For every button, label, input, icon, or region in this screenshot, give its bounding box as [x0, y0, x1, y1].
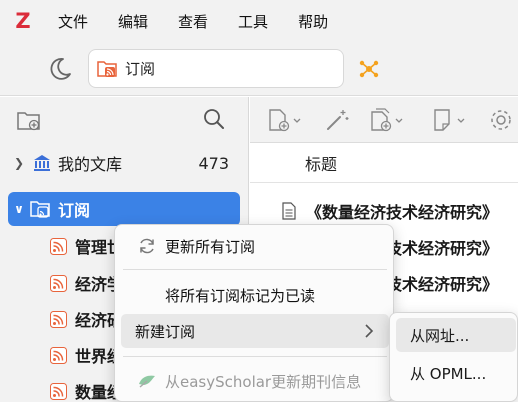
library-count: 473 [198, 153, 229, 173]
feed-item[interactable]: 经济研 [50, 303, 123, 335]
menu-separator [123, 356, 387, 357]
column-title-label: 标题 [305, 154, 338, 174]
gear-icon[interactable] [488, 107, 514, 133]
menu-item-refresh-all-feeds[interactable]: 更新所有订阅 [121, 229, 389, 263]
moon-icon[interactable] [47, 56, 73, 82]
menu-item-from-url[interactable]: 从网址... [396, 318, 516, 352]
menu-item-label: 更新所有订阅 [165, 237, 256, 256]
rss-icon [50, 274, 67, 292]
library-label: 我的文库 [58, 155, 123, 174]
zotero-logo: Z [15, 9, 31, 33]
magic-wand-icon[interactable] [324, 107, 350, 133]
new-item-icon[interactable] [266, 107, 306, 133]
menu-help[interactable]: 帮助 [298, 11, 328, 32]
add-attachment-icon[interactable] [368, 107, 408, 133]
menu-item-label: 从 OPML... [410, 364, 487, 383]
menu-item-label: 新建订阅 [135, 322, 196, 341]
column-header-title[interactable]: 标题 [250, 143, 518, 183]
feeds-label: 订阅 [58, 201, 91, 220]
collection-my-library[interactable]: ❯ 我的文库 473 [0, 146, 249, 180]
refresh-icon [140, 238, 154, 254]
menu-separator [123, 269, 387, 270]
chevron-down-icon[interactable]: ∨ [10, 202, 28, 216]
feeds-context-menu: 更新所有订阅 将所有订阅标记为已读 新建订阅 从easyScholar更新期刊信… [114, 224, 394, 402]
menu-file[interactable]: 文件 [58, 11, 88, 32]
feed-item[interactable]: 数量经 [50, 375, 123, 402]
menu-tools[interactable]: 工具 [238, 11, 268, 32]
collection-feeds[interactable]: ∨ 订阅 [8, 192, 240, 226]
items-toolbar [250, 97, 518, 143]
new-note-icon[interactable] [430, 107, 470, 133]
rss-icon [50, 310, 67, 328]
easyscholar-icon [139, 375, 155, 388]
feed-item[interactable]: 经济学 [50, 267, 123, 299]
feed-folder-icon [97, 60, 117, 77]
menu-item-new-feed[interactable]: 新建订阅 [121, 314, 389, 348]
search-icon[interactable] [202, 107, 226, 131]
menu-item-label: 从网址... [410, 326, 470, 345]
plugin-sparkle-icon[interactable] [357, 57, 381, 81]
menu-item-label: 从easyScholar更新期刊信息 [165, 372, 362, 391]
chevron-right-icon[interactable]: ❯ [10, 156, 28, 170]
new-feed-submenu: 从网址... 从 OPML... [389, 312, 518, 402]
tab-label: 订阅 [125, 60, 156, 78]
new-collection-icon[interactable] [16, 110, 42, 132]
menu-item-update-easyscholar[interactable]: 从easyScholar更新期刊信息 [121, 364, 389, 398]
feed-item[interactable]: 管理世 [50, 230, 123, 262]
menu-item-label: 将所有订阅标记为已读 [165, 286, 316, 305]
feed-folder-icon [30, 201, 50, 218]
menu-item-mark-all-read[interactable]: 将所有订阅标记为已读 [121, 278, 389, 312]
menu-bar: Z 文件 编辑 查看 工具 帮助 [0, 0, 518, 42]
menu-view[interactable]: 查看 [178, 11, 208, 32]
rss-icon [50, 237, 67, 255]
library-icon [34, 155, 50, 171]
tab-bar: 订阅 [0, 42, 518, 96]
collections-toolbar [0, 97, 248, 143]
menu-item-from-opml[interactable]: 从 OPML... [396, 356, 516, 390]
menu-edit[interactable]: 编辑 [118, 11, 148, 32]
item-title: 《数量经济技术经济研究》 [306, 203, 499, 222]
rss-icon [50, 346, 67, 364]
document-icon [282, 202, 296, 220]
feed-item[interactable]: 世界经 [50, 339, 123, 371]
chevron-right-icon [365, 324, 374, 338]
rss-icon [50, 382, 67, 400]
tab-feeds[interactable]: 订阅 [89, 50, 343, 87]
